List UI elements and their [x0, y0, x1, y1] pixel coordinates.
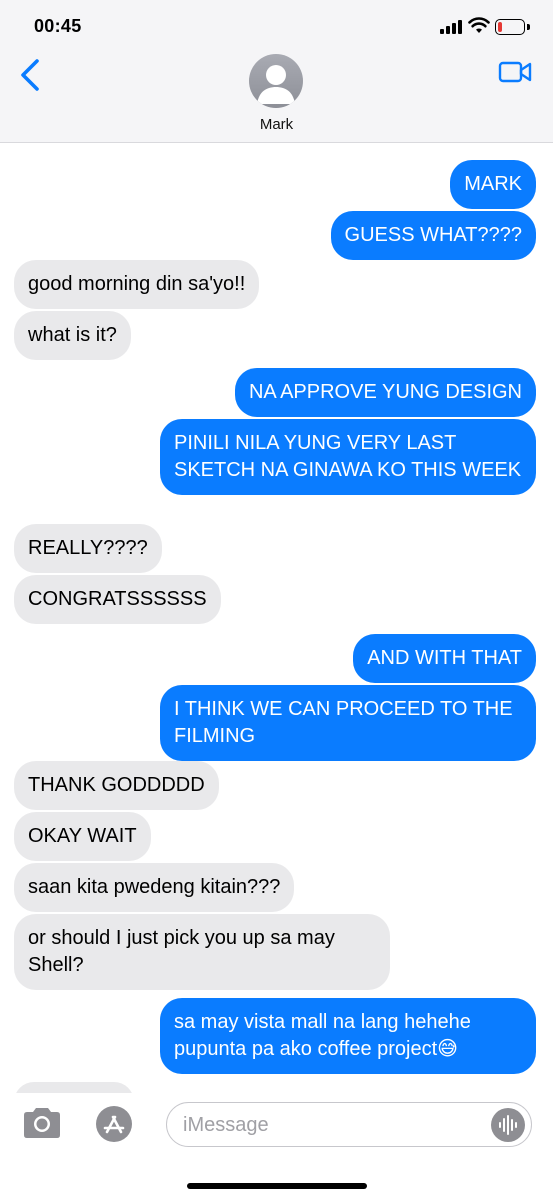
- message-bubble-received[interactable]: good morning din sa'yo!!: [14, 260, 260, 309]
- message-bubble-sent[interactable]: sa may vista mall na lang hehehe pupunta…: [160, 998, 536, 1074]
- message-bubble-received[interactable]: OKAY WAIT: [14, 812, 151, 861]
- app-store-icon: [96, 1106, 132, 1142]
- battery-icon: [495, 19, 525, 35]
- audio-waveform-icon: [499, 1115, 517, 1135]
- app-store-button[interactable]: [92, 1105, 136, 1143]
- message-bubble-sent[interactable]: NA APPROVE YUNG DESIGN: [234, 368, 536, 417]
- battery-cap: [527, 24, 530, 30]
- message-bubble-received[interactable]: what is it?: [14, 311, 131, 360]
- video-camera-icon: [498, 61, 532, 83]
- message-input-box[interactable]: [166, 1102, 532, 1147]
- message-bubble-sent[interactable]: MARK: [450, 160, 536, 209]
- home-indicator[interactable]: [187, 1183, 367, 1189]
- message-input[interactable]: [183, 1111, 483, 1139]
- camera-icon: [24, 1108, 60, 1138]
- message-bubble-received[interactable]: or should I just pick you up sa may Shel…: [14, 914, 390, 990]
- message-bubble-received-partial[interactable]: [14, 1082, 134, 1093]
- status-time: 00:45: [34, 16, 82, 36]
- message-bubble-received[interactable]: REALLY????: [14, 524, 162, 573]
- conversation-header: 00:45 Mark: [0, 0, 553, 143]
- message-bubble-sent[interactable]: PINILI NILA YUNG VERY LAST SKETCH NA GIN…: [160, 419, 536, 495]
- message-list[interactable]: MARK GUESS WHAT???? good morning din sa'…: [0, 143, 553, 1093]
- contact-name[interactable]: Mark: [0, 116, 553, 133]
- audio-message-button[interactable]: [491, 1108, 525, 1142]
- message-bubble-received[interactable]: saan kita pwedeng kitain???: [14, 863, 295, 912]
- chevron-left-icon: [21, 59, 39, 91]
- message-bubble-sent[interactable]: I THINK WE CAN PROCEED TO THE FILMING: [160, 685, 536, 761]
- message-bubble-sent[interactable]: GUESS WHAT????: [330, 211, 536, 260]
- message-bubble-received[interactable]: THANK GODDDDD: [14, 761, 219, 810]
- status-bar: 00:45: [0, 0, 553, 50]
- message-bubble-sent[interactable]: AND WITH THAT: [353, 634, 536, 683]
- back-button[interactable]: [18, 58, 44, 92]
- person-silhouette-icon: [257, 65, 295, 104]
- battery-level: [498, 22, 503, 32]
- video-call-button[interactable]: [498, 60, 532, 84]
- contact-avatar[interactable]: [249, 54, 303, 108]
- message-bubble-received[interactable]: CONGRATSSSSSS: [14, 575, 221, 624]
- cellular-signal-icon: [440, 20, 466, 34]
- camera-button[interactable]: [20, 1106, 64, 1140]
- wifi-icon: [468, 17, 490, 33]
